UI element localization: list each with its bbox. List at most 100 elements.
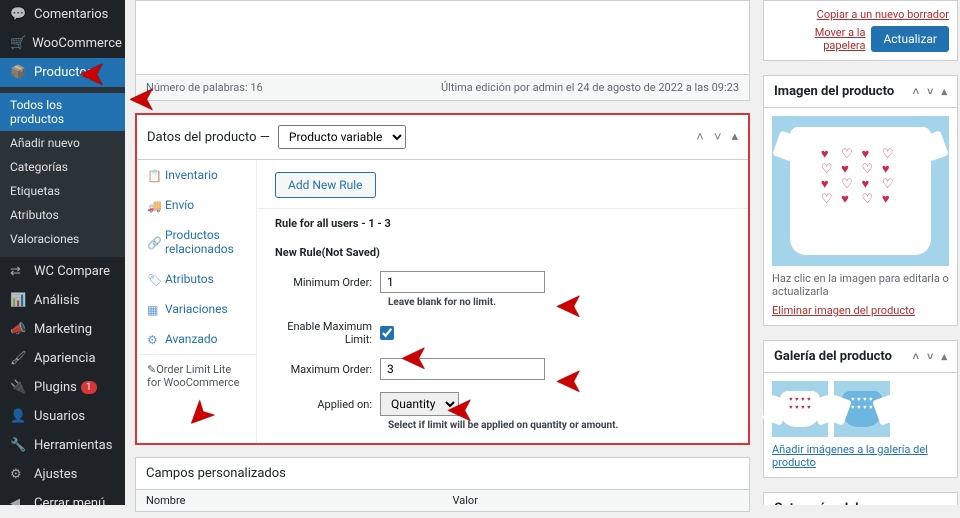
- chevron-up-icon[interactable]: ˄: [913, 350, 919, 363]
- min-order-input[interactable]: [380, 271, 545, 293]
- chevron-up-icon[interactable]: ˄: [913, 85, 919, 98]
- product-data-title: Datos del producto —: [147, 130, 270, 145]
- copy-draft-link[interactable]: Copiar a un nuevo borrador: [817, 8, 949, 21]
- sidebar-item-woocommerce[interactable]: 🛒WooCommerce: [0, 29, 125, 58]
- sidebar-sub-categorías[interactable]: Categorías: [0, 155, 125, 179]
- sidebar-item-wc-compare[interactable]: ⇄WC Compare: [0, 257, 125, 286]
- gear-icon: ⚙: [147, 333, 160, 346]
- sidebar-item-cerrar-menú[interactable]: ◀Cerrar menú: [0, 489, 125, 518]
- min-order-label: Minimum Order:: [275, 276, 380, 289]
- menu-icon: 📊: [10, 293, 28, 308]
- sidebar-item-herramientas[interactable]: 🔧Herramientas: [0, 431, 125, 460]
- add-gallery-link[interactable]: Añadir imágenes a la galería del product…: [772, 443, 949, 469]
- enable-max-label: Enable Maximum Limit:: [275, 320, 380, 346]
- menu-icon: ⚙: [10, 467, 28, 482]
- gallery-thumb-2[interactable]: ♥♥♥♥♥♥♥♥: [834, 381, 890, 437]
- new-rule-label: New Rule(Not Saved): [275, 246, 730, 259]
- truck-icon: 🚚: [147, 199, 160, 212]
- product-gallery-box: Galería del producto ˄ ˅ ▴ ♥♥♥♥♥♥♥♥ ♥♥♥♥♥♥…: [763, 340, 958, 478]
- sidebar-sub-etiquetas[interactable]: Etiquetas: [0, 179, 125, 203]
- max-order-label: Maximum Order:: [275, 363, 380, 376]
- enable-max-checkbox[interactable]: [380, 326, 394, 340]
- cf-col-value: Valor: [443, 490, 750, 511]
- product-categories-box: Categorías del producto ˄˅▴: [763, 492, 958, 505]
- last-edit: Última edición por admin el 24 de agosto…: [441, 81, 739, 94]
- editor-body[interactable]: [135, 0, 750, 75]
- applied-on-select[interactable]: Quantity: [380, 392, 459, 416]
- tab-linked[interactable]: 🔗Productos relacionados: [137, 220, 256, 264]
- gallery-title: Galería del producto: [774, 349, 892, 364]
- product-data-panel: Datos del producto — Producto variable ˄…: [135, 113, 750, 445]
- tab-attributes[interactable]: 🏷Atributos: [137, 264, 256, 294]
- word-count: Número de palabras: 16: [146, 81, 263, 94]
- sidebar-item-productos[interactable]: 📦Productos: [0, 58, 125, 87]
- custom-fields-cols: Nombre Valor: [135, 490, 750, 512]
- tab-shipping[interactable]: 🚚Envío: [137, 190, 256, 220]
- product-data-header: Datos del producto — Producto variable ˄…: [137, 115, 748, 160]
- applied-on-hint: Select if limit will be applied on quant…: [388, 420, 730, 431]
- product-image-caption: Haz clic en la imagen para editarla o ac…: [772, 272, 949, 298]
- rule-header: Rule for all users - 1 - 3: [257, 208, 748, 238]
- chevron-down-icon[interactable]: ˅: [927, 350, 933, 363]
- sidebar-sub-todos-los-productos[interactable]: Todos los productos: [0, 93, 125, 131]
- menu-icon: 📣: [10, 322, 28, 337]
- gallery-thumb-1[interactable]: ♥♥♥♥♥♥♥♥: [772, 381, 828, 437]
- clipboard-icon: 📋: [147, 169, 160, 182]
- menu-icon: 📦: [10, 65, 28, 80]
- cf-col-name: Nombre: [136, 490, 443, 511]
- tab-advanced[interactable]: ⚙Avanzado: [137, 324, 256, 354]
- sidebar-sub-valoraciones[interactable]: Valoraciones: [0, 227, 125, 251]
- tab-inventory[interactable]: 📋Inventario: [137, 160, 256, 190]
- menu-icon: ◀: [10, 496, 28, 511]
- max-order-input[interactable]: [380, 358, 545, 380]
- caret-up-icon[interactable]: ▴: [941, 350, 947, 363]
- badge: 1: [81, 381, 97, 394]
- chevron-down-icon[interactable]: ˅: [927, 85, 933, 98]
- tab-order-limit[interactable]: ✎Order Limit Lite for WooCommerce: [137, 354, 256, 397]
- sidebar-sub-atributos[interactable]: Atributos: [0, 203, 125, 227]
- link-icon: 🔗: [147, 236, 160, 249]
- chevron-up-icon[interactable]: ˄: [696, 129, 704, 145]
- min-order-hint: Leave blank for no limit.: [388, 297, 730, 308]
- product-type-select[interactable]: Producto variable: [278, 125, 406, 149]
- sidebar-item-marketing[interactable]: 📣Marketing: [0, 315, 125, 344]
- trash-link[interactable]: Mover a la papelera: [772, 26, 865, 52]
- product-image-box: Imagen del producto ˄ ˅ ▴ ♥♡♥♡♡♥♡♥♥♡♥♡♡♥♡♥…: [763, 75, 958, 326]
- chevron-down-icon[interactable]: ˅: [714, 129, 722, 145]
- right-sidebar: Copiar a un nuevo borrador Mover a la pa…: [763, 0, 958, 505]
- tag-icon: 🏷: [147, 273, 160, 286]
- add-rule-button[interactable]: Add New Rule: [275, 172, 376, 198]
- sidebar-item-análisis[interactable]: 📊Análisis: [0, 286, 125, 315]
- product-tabs: 📋Inventario 🚚Envío 🔗Productos relacionad…: [137, 160, 257, 443]
- grid-icon: ▦: [147, 303, 160, 316]
- custom-fields-header[interactable]: Campos personalizados: [135, 457, 750, 490]
- applied-on-label: Applied on:: [275, 398, 380, 411]
- hearts-icon: ♥♡♥♡♡♥♡♥♥♡♥♡♡♥♡♥: [821, 148, 900, 206]
- editor-footer: Número de palabras: 16 Última edición po…: [135, 75, 750, 101]
- menu-icon: 🖌: [10, 351, 28, 366]
- sidebar-item-plugins[interactable]: 🔌Plugins1: [0, 373, 125, 402]
- tab-variations[interactable]: ▦Variaciones: [137, 294, 256, 324]
- publish-box: Copiar a un nuevo borrador Mover a la pa…: [763, 0, 958, 61]
- sidebar-item-ajustes[interactable]: ⚙Ajustes: [0, 460, 125, 489]
- remove-image-link[interactable]: Eliminar imagen del producto: [772, 304, 949, 317]
- menu-icon: 👤: [10, 409, 28, 424]
- categories-title: Categorías del producto: [774, 501, 913, 505]
- caret-up-icon[interactable]: ▴: [941, 85, 947, 98]
- caret-up-icon[interactable]: ▴: [731, 129, 738, 145]
- menu-icon: 🔧: [10, 438, 28, 453]
- sidebar-item-usuarios[interactable]: 👤Usuarios: [0, 402, 125, 431]
- menu-icon: 💬: [10, 7, 28, 22]
- menu-icon: ⇄: [10, 264, 28, 279]
- product-pane: Add New Rule Rule for all users - 1 - 3 …: [257, 160, 748, 443]
- admin-sidebar: 💬Comentarios🛒WooCommerce📦Productos Todos …: [0, 0, 125, 505]
- sidebar-sub-añadir-nuevo[interactable]: Añadir nuevo: [0, 131, 125, 155]
- sidebar-item-comentarios[interactable]: 💬Comentarios: [0, 0, 125, 29]
- menu-icon: 🛒: [10, 36, 26, 51]
- sidebar-item-apariencia[interactable]: 🖌Apariencia: [0, 344, 125, 373]
- menu-icon: 🔌: [10, 380, 28, 395]
- main-content: Número de palabras: 16 Última edición po…: [125, 0, 760, 505]
- update-button[interactable]: Actualizar: [871, 26, 949, 52]
- product-image-title: Imagen del producto: [774, 84, 894, 99]
- product-image-thumb[interactable]: ♥♡♥♡♡♥♡♥♥♡♥♡♡♥♡♥: [772, 116, 949, 266]
